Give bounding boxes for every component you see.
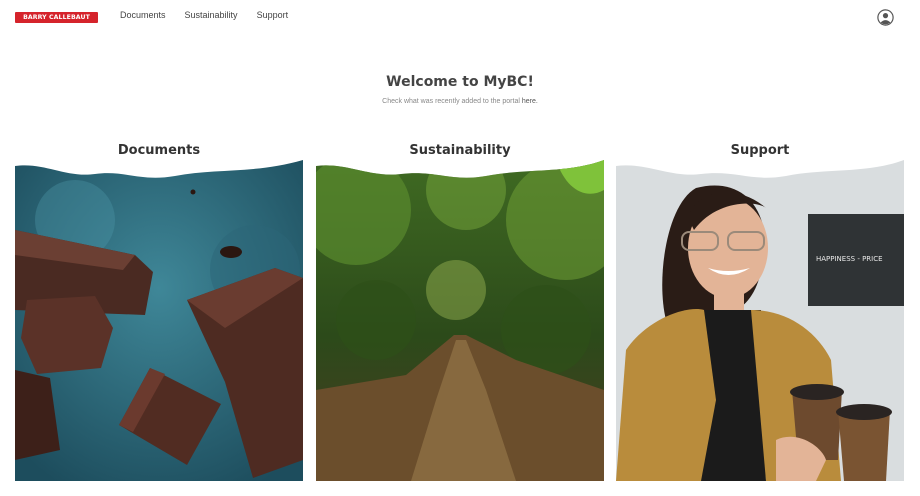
card-title-sustainability: Sustainability: [409, 143, 511, 158]
chocolate-pieces-photo: [15, 160, 303, 481]
nav-support[interactable]: Support: [257, 10, 289, 20]
logo-text: BARRY CALLEBAUT: [23, 14, 90, 21]
sustainability-card[interactable]: Sustainability: [316, 140, 604, 481]
photo-signage-text: HAPPINESS - PRICE: [816, 255, 883, 263]
support-card[interactable]: Support HAPPINESS - PRICE: [616, 140, 904, 481]
subtitle-text: Check what was recently added to the por…: [382, 98, 522, 105]
nav-sustainability[interactable]: Sustainability: [185, 10, 238, 20]
welcome-subtitle: Check what was recently added to the por…: [0, 98, 920, 105]
forest-path-photo: [316, 160, 604, 481]
user-circle-icon[interactable]: [877, 9, 894, 26]
welcome-title: Welcome to MyBC!: [386, 74, 534, 90]
top-navigation-bar: BARRY CALLEBAUT Documents Sustainability…: [0, 0, 920, 34]
barry-callebaut-logo[interactable]: BARRY CALLEBAUT: [15, 12, 98, 23]
nav-documents[interactable]: Documents: [120, 10, 166, 20]
main-nav: Documents Sustainability Support: [120, 10, 288, 20]
card-title-support: Support: [730, 143, 790, 158]
recent-additions-link[interactable]: here.: [522, 98, 538, 105]
card-title-documents: Documents: [117, 143, 201, 158]
woman-with-coffee-photo: HAPPINESS - PRICE: [616, 160, 904, 481]
documents-card[interactable]: Documents: [15, 140, 303, 481]
